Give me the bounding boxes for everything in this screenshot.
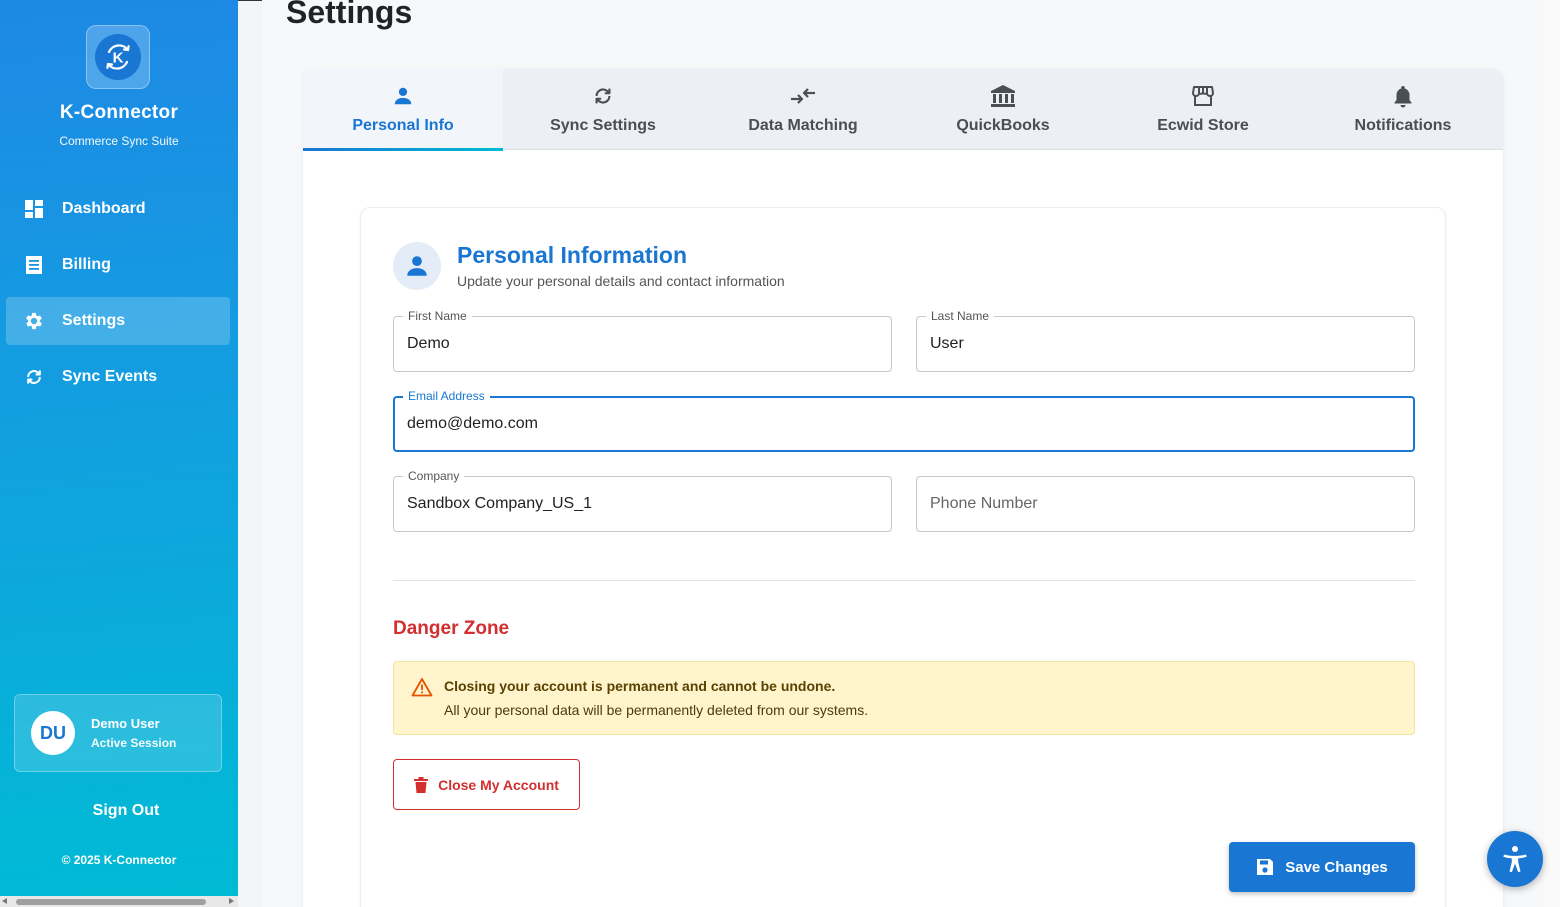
person-icon <box>393 242 441 290</box>
dashboard-icon <box>23 198 45 220</box>
first-name-input[interactable] <box>394 317 891 371</box>
settings-panel: Personal Info Sync Settings Data Matchin… <box>303 69 1503 907</box>
sidebar-item-billing[interactable]: Billing <box>6 241 230 289</box>
tab-label: Ecwid Store <box>1157 117 1249 134</box>
tab-label: Data Matching <box>748 117 858 134</box>
warning-text: All your personal data will be permanent… <box>444 702 869 718</box>
tab-quickbooks[interactable]: QuickBooks <box>903 69 1103 150</box>
scroll-right-arrow-icon[interactable] <box>229 898 234 904</box>
close-account-button[interactable]: Close My Account <box>393 759 580 810</box>
store-icon <box>1191 83 1215 109</box>
phone-field <box>916 476 1415 532</box>
user-status: Active Session <box>91 736 177 750</box>
danger-zone-title: Danger Zone <box>393 618 510 639</box>
tab-ecwid-store[interactable]: Ecwid Store <box>1103 69 1303 150</box>
tab-personal-info[interactable]: Personal Info <box>303 69 503 151</box>
company-field: Company <box>393 468 892 532</box>
k-logo-icon: K <box>95 34 141 80</box>
last-name-field: Last Name <box>916 308 1415 372</box>
tab-label: Notifications <box>1354 117 1452 134</box>
tab-label: Personal Info <box>352 117 454 134</box>
sidebar: K K-Connector Commerce Sync Suite Dashbo… <box>0 0 238 907</box>
person-icon <box>392 83 414 109</box>
sign-out-button[interactable]: Sign Out <box>14 802 238 820</box>
sync-icon <box>592 83 614 109</box>
warning-alert: Closing your account is permanent and ca… <box>393 661 1415 735</box>
email-input[interactable] <box>395 398 1413 450</box>
scroll-left-arrow-icon[interactable] <box>2 898 7 904</box>
right-edge <box>1544 0 1560 907</box>
last-name-input[interactable] <box>917 317 1414 371</box>
receipt-icon <box>23 254 45 276</box>
save-changes-button[interactable]: Save Changes <box>1229 842 1415 892</box>
tab-sync-settings[interactable]: Sync Settings <box>503 69 703 150</box>
close-account-label: Close My Account <box>438 776 559 793</box>
svg-text:K: K <box>113 50 124 67</box>
email-field: Email Address <box>393 388 1415 452</box>
sidebar-item-label: Sync Events <box>62 368 158 385</box>
gear-icon <box>23 310 45 332</box>
tab-notifications[interactable]: Notifications <box>1303 69 1503 150</box>
sidebar-nav: Dashboard Billing Settings Sync Events <box>6 185 230 409</box>
first-name-field: First Name <box>393 308 892 372</box>
personal-info-card: Personal Information Update your persona… <box>360 207 1446 907</box>
copyright: © 2025 K-Connector <box>61 853 177 867</box>
settings-tabs: Personal Info Sync Settings Data Matchin… <box>303 69 1503 151</box>
company-input[interactable] <box>394 477 891 531</box>
section-title: Personal Information <box>457 242 688 268</box>
tab-label: Sync Settings <box>550 117 656 134</box>
warning-icon <box>411 677 433 702</box>
sidebar-item-label: Billing <box>62 256 111 273</box>
tab-data-matching[interactable]: Data Matching <box>703 69 903 150</box>
warning-title: Closing your account is permanent and ca… <box>444 678 836 694</box>
sidebar-item-settings[interactable]: Settings <box>6 297 230 345</box>
divider <box>393 580 1415 581</box>
tab-label: QuickBooks <box>956 117 1050 134</box>
sidebar-item-label: Settings <box>62 312 126 329</box>
accessibility-button[interactable] <box>1487 831 1543 887</box>
brand-subtitle: Commerce Sync Suite <box>59 134 179 148</box>
brand-name: K-Connector <box>59 102 179 123</box>
section-subtitle: Update your personal details and contact… <box>457 273 785 289</box>
sidebar-item-sync-events[interactable]: Sync Events <box>6 353 230 401</box>
user-card: DU Demo User Active Session <box>14 694 222 772</box>
sidebar-item-label: Dashboard <box>62 200 146 217</box>
trash-icon <box>414 776 429 793</box>
save-icon <box>1256 858 1274 876</box>
page-title: Settings <box>286 0 413 30</box>
horizontal-scrollbar[interactable] <box>0 896 238 907</box>
avatar: DU <box>31 711 75 755</box>
sync-icon <box>23 366 45 388</box>
bell-icon <box>1392 83 1414 109</box>
brand-logo: K <box>86 25 150 89</box>
compare-arrows-icon <box>790 83 816 109</box>
bank-icon <box>990 83 1016 109</box>
accessibility-icon <box>1500 844 1530 874</box>
scrollbar-thumb[interactable] <box>16 899 206 905</box>
user-name: Demo User <box>91 716 160 731</box>
save-changes-label: Save Changes <box>1285 858 1388 876</box>
phone-input[interactable] <box>917 477 1414 531</box>
sidebar-item-dashboard[interactable]: Dashboard <box>6 185 230 233</box>
